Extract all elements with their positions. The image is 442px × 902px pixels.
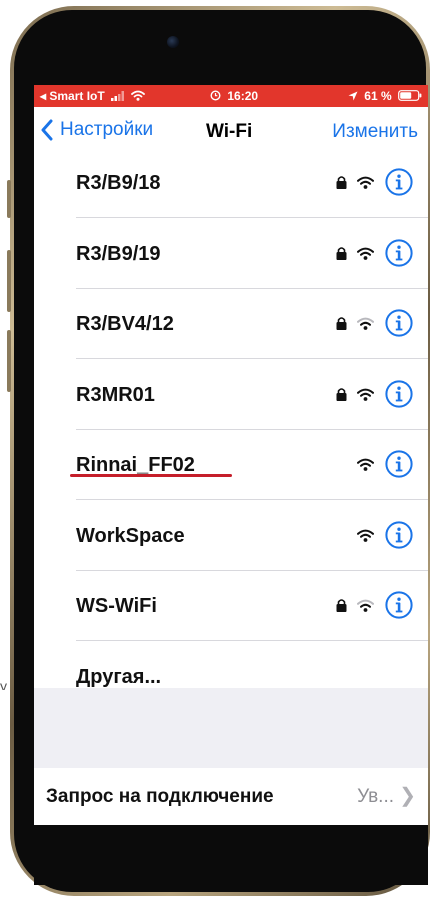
network-row[interactable]: R3/B9/18	[34, 148, 428, 218]
network-name: R3/BV4/12	[76, 313, 174, 335]
wifi-signal-icon	[357, 176, 374, 189]
network-row[interactable]: WorkSpace	[34, 500, 428, 571]
info-icon[interactable]	[385, 591, 413, 619]
network-name: R3/B9/18	[76, 172, 161, 194]
battery-icon	[398, 90, 422, 101]
lock-icon	[336, 246, 347, 260]
status-carrier: ◂ Smart IoT	[40, 89, 146, 103]
network-name: WorkSpace	[76, 524, 185, 547]
edit-button[interactable]: Изменить	[332, 121, 418, 143]
lock-icon	[336, 317, 347, 330]
status-battery: 61 %	[348, 89, 422, 103]
wifi-signal-icon	[357, 247, 374, 260]
phone-screen: ◂ Smart IoT 16:20 61 % Настройки Wi-Fi И…	[34, 85, 428, 825]
network-row[interactable]: Rinnai_FF02	[34, 430, 428, 500]
screen-bottom-bezel	[34, 825, 428, 885]
edge-mark: y	[0, 678, 7, 690]
wifi-signal-icon	[357, 317, 374, 330]
network-row[interactable]: R3/B9/19	[34, 218, 428, 289]
ask-to-join-row[interactable]: Запрос на подключение Ув... ❯	[34, 768, 428, 825]
cellular-signal-icon	[111, 91, 125, 101]
highlight-underline	[70, 474, 232, 477]
page-title: Wi-Fi	[206, 121, 253, 142]
side-button	[7, 250, 11, 312]
wifi-signal-icon	[357, 388, 374, 401]
lock-icon	[336, 176, 347, 189]
info-icon[interactable]	[385, 450, 413, 478]
carrier-label: ◂ Smart IoT	[40, 89, 105, 103]
wifi-signal-icon	[357, 529, 374, 542]
info-icon[interactable]	[385, 520, 413, 549]
back-button[interactable]: Настройки	[40, 119, 153, 141]
network-name: Rinnai_FF02	[76, 454, 195, 476]
network-name: R3/B9/19	[76, 242, 161, 265]
time-label: 16:20	[227, 89, 259, 103]
chevron-right-icon: ❯	[399, 785, 416, 807]
section-spacer	[34, 688, 428, 768]
info-icon[interactable]	[385, 238, 413, 267]
battery-percent: 61 %	[364, 89, 392, 103]
network-row[interactable]: R3/BV4/12	[34, 289, 428, 359]
status-bar: ◂ Smart IoT 16:20 61 %	[34, 85, 428, 107]
side-button	[7, 330, 11, 392]
wifi-signal-icon	[357, 599, 374, 612]
front-camera	[167, 36, 179, 48]
location-icon	[348, 91, 358, 101]
network-row[interactable]: R3MR01	[34, 359, 428, 430]
network-name: R3MR01	[76, 383, 155, 406]
info-icon[interactable]	[385, 379, 413, 408]
info-icon[interactable]	[385, 168, 413, 196]
lock-icon	[336, 387, 347, 401]
wifi-status-icon	[131, 90, 146, 101]
network-name: WS-WiFi	[76, 595, 157, 617]
alarm-icon	[210, 90, 221, 101]
network-row[interactable]: WS-WiFi	[34, 571, 428, 641]
ask-to-join-value: Ув...	[357, 786, 394, 807]
chevron-left-icon	[41, 119, 53, 141]
wifi-signal-icon	[357, 458, 374, 471]
back-label: Настройки	[60, 119, 154, 140]
info-icon[interactable]	[385, 309, 413, 337]
lock-icon	[336, 599, 347, 612]
status-time: 16:20	[210, 89, 258, 103]
ask-to-join-label: Запрос на подключение	[46, 786, 274, 807]
side-button	[7, 180, 11, 218]
